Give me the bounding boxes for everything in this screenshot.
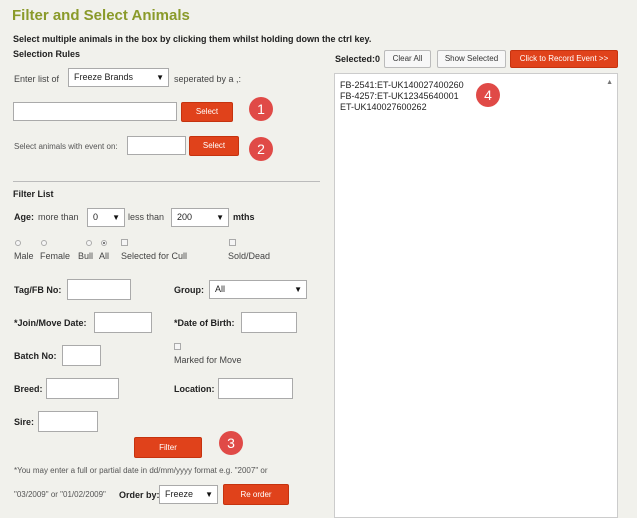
age-min-value: 0 [93,212,99,222]
less-than-label: less than [128,212,165,222]
age-min-select[interactable]: 0 ▼ [87,208,125,227]
list-type-select[interactable]: Freeze Brands ▼ [68,68,169,87]
sold-dead-checkbox[interactable] [229,239,236,246]
selected-for-cull-checkbox[interactable] [121,239,128,246]
chevron-down-icon: ▼ [112,213,120,222]
join-move-date-label: *Join/Move Date: [14,318,87,328]
list-type-value: Freeze Brands [74,72,134,82]
date-of-birth-input[interactable] [241,312,297,333]
reorder-button[interactable]: Re order [223,484,289,505]
marked-for-move-label: Marked for Move [174,355,242,365]
list-item[interactable]: FB-2541:ET-UK140027400260 [340,80,464,91]
age-max-value: 200 [177,212,193,222]
batch-label: Batch No: [14,351,57,361]
badge-2: 2 [249,137,273,161]
all-radio[interactable] [101,240,107,246]
list-item[interactable]: FB-4257:ET-UK12345640001 [340,91,459,102]
filter-button[interactable]: Filter [134,437,202,458]
group-label: Group: [174,285,204,295]
tag-input[interactable] [67,279,131,300]
select-list-button[interactable]: Select [181,102,233,122]
page-title: Filter and Select Animals [12,7,190,24]
order-by-label: Order by: [119,490,160,500]
enter-list-label: Enter list of [14,74,60,84]
event-label: Select animals with event on: [14,142,118,151]
list-input[interactable] [13,102,177,121]
separated-by-label: seperated by a ,: [174,74,242,84]
group-select[interactable]: All ▼ [209,280,307,299]
filter-list-heading: Filter List [13,189,54,199]
male-radio[interactable] [15,240,21,246]
age-max-select[interactable]: 200 ▼ [171,208,229,227]
chevron-down-icon: ▼ [294,285,302,294]
sire-label: Sire: [14,417,35,427]
location-label: Location: [174,384,215,394]
badge-3: 3 [219,431,243,455]
more-than-label: more than [38,212,79,222]
bull-radio[interactable] [86,240,92,246]
animal-listbox[interactable]: FB-2541:ET-UK140027400260 FB-4257:ET-UK1… [334,73,618,518]
date-format-note: *You may enter a full or partial date in… [14,466,268,475]
female-radio[interactable] [41,240,47,246]
selected-count: Selected:0 [335,54,381,64]
female-label: Female [40,251,71,261]
male-label: Male [14,251,34,261]
instruction-text: Select multiple animals in the box by cl… [13,34,372,44]
sold-dead-label: Sold/Dead [228,251,271,261]
selection-rules-heading: Selection Rules [13,49,81,59]
chevron-down-icon: ▼ [205,490,213,499]
clear-all-button[interactable]: Clear All [384,50,431,68]
date-format-note-2: "03/2009" or "01/02/2009" [14,490,106,499]
join-move-date-input[interactable] [94,312,152,333]
chevron-down-icon: ▼ [156,73,164,82]
breed-label: Breed: [14,384,43,394]
date-of-birth-label: *Date of Birth: [174,318,235,328]
list-item[interactable]: ET-UK140027600262 [340,102,427,113]
badge-1: 1 [249,97,273,121]
all-label: All [99,251,110,261]
select-event-button[interactable]: Select [189,136,239,156]
show-selected-button[interactable]: Show Selected [437,50,506,68]
order-by-value: Freeze [165,489,194,499]
scroll-up-icon[interactable]: ▲ [606,79,613,86]
sire-input[interactable] [38,411,98,432]
mths-label: mths [233,212,255,222]
order-by-select[interactable]: Freeze ▼ [159,485,218,504]
breed-input[interactable] [46,378,119,399]
record-event-button[interactable]: Click to Record Event >> [510,50,618,68]
age-label: Age: [14,212,34,222]
batch-input[interactable] [62,345,101,366]
chevron-down-icon: ▼ [216,213,224,222]
marked-for-move-checkbox[interactable] [174,343,181,350]
tag-label: Tag/FB No: [14,285,62,295]
badge-4: 4 [476,83,500,107]
event-date-input[interactable] [127,136,186,155]
group-value: All [215,284,226,294]
bull-label: Bull [78,251,94,261]
location-input[interactable] [218,378,293,399]
section-divider [13,181,320,182]
selected-for-cull-label: Selected for Cull [121,251,188,261]
